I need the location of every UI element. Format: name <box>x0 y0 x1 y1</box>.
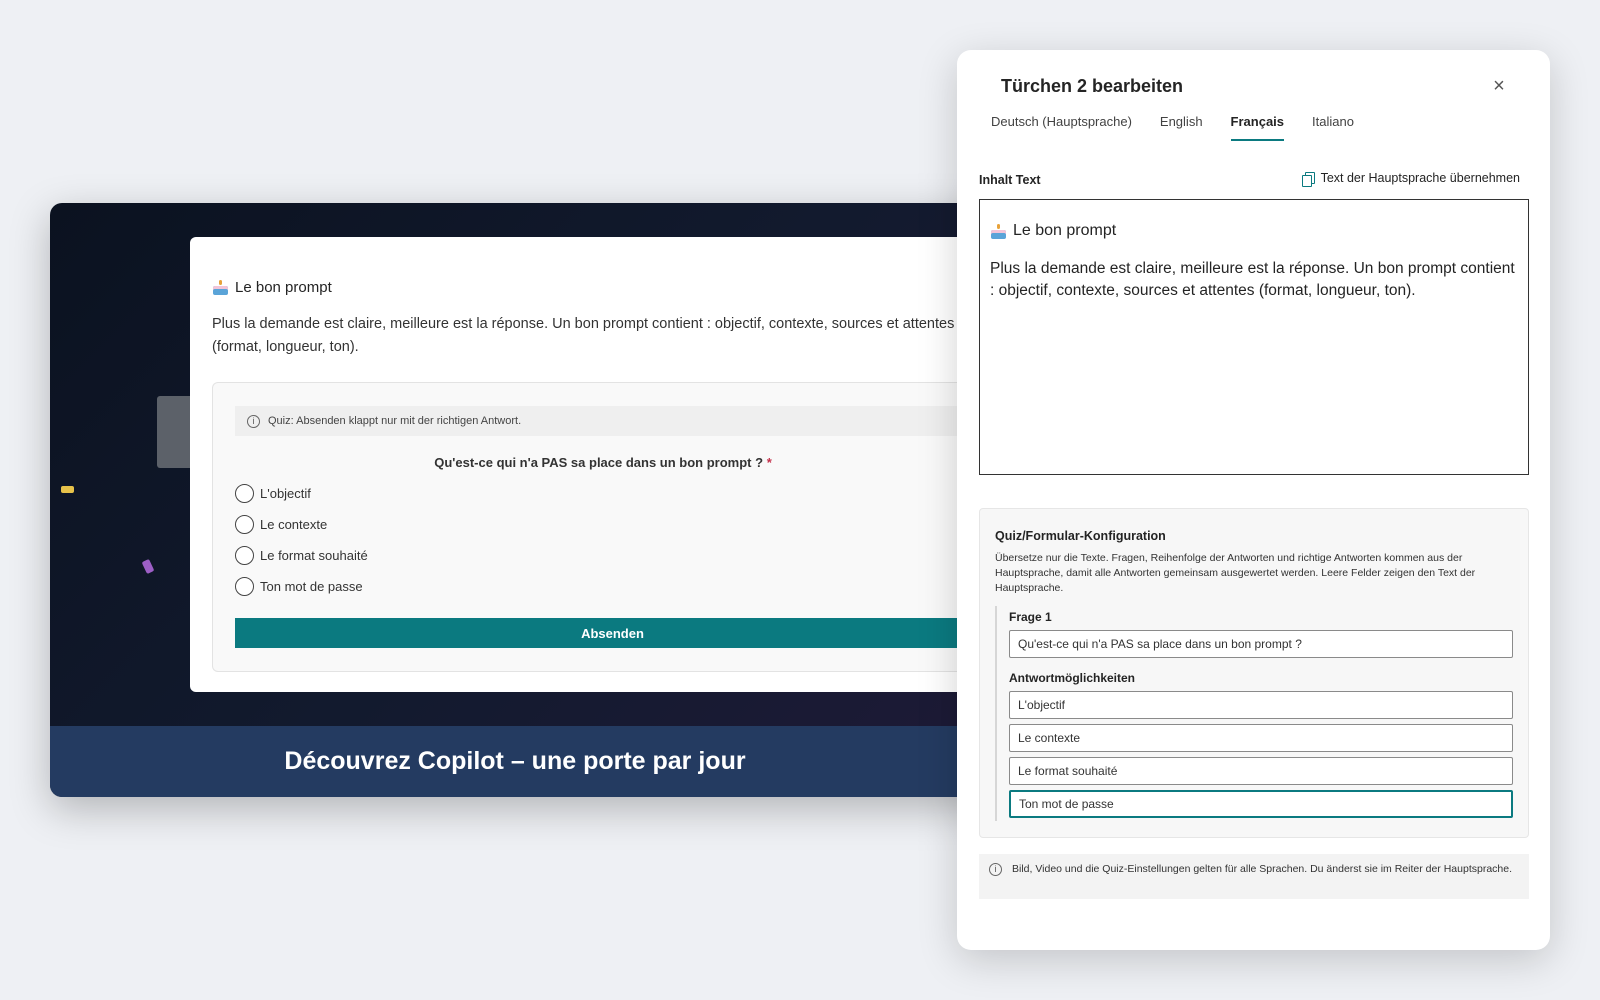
quiz-option[interactable]: Ton mot de passe <box>235 577 363 596</box>
cake-icon <box>212 280 229 295</box>
content-text-editor[interactable]: Le bon prompt Plus la demande est claire… <box>979 199 1529 475</box>
radio-button[interactable] <box>235 546 254 565</box>
radio-button[interactable] <box>235 515 254 534</box>
panel-title: Türchen 2 bearbeiten <box>1001 76 1184 96</box>
tab-italiano[interactable]: Italiano <box>1312 114 1354 141</box>
copy-main-language-link[interactable]: Text der Hauptsprache übernehmen <box>1301 171 1520 187</box>
preview-quiz: i Quiz: Absenden klappt nur mit der rich… <box>212 382 1050 672</box>
tab-francais[interactable]: Français <box>1230 114 1285 141</box>
preview-banner: Découvrez Copilot – une porte par jour <box>50 726 1050 797</box>
close-icon[interactable]: × <box>1490 76 1508 96</box>
question-label: Frage 1 <box>1009 610 1052 624</box>
quiz-option[interactable]: Le contexte <box>235 515 327 534</box>
edit-door-panel: Türchen 2 bearbeiten × Deutsch (Hauptspr… <box>957 50 1550 950</box>
answer-input[interactable]: Le format souhaité <box>1009 757 1513 785</box>
language-tabs: Deutsch (Hauptsprache) English Français … <box>991 114 1354 141</box>
quiz-info-banner: i Quiz: Absenden klappt nur mit der rich… <box>235 406 1050 436</box>
quiz-config-section: Quiz/Formular-Konfiguration Übersetze nu… <box>979 508 1529 838</box>
quiz-option[interactable]: Le format souhaité <box>235 546 368 565</box>
required-mark: * <box>766 455 772 470</box>
editor-title: Le bon prompt <box>990 222 1518 240</box>
quiz-option[interactable]: L'objectif <box>235 484 311 503</box>
radio-button[interactable] <box>235 484 254 503</box>
answer-input[interactable]: Ton mot de passe <box>1009 790 1513 818</box>
answer-input[interactable]: Le contexte <box>1009 724 1513 752</box>
radio-button[interactable] <box>235 577 254 596</box>
global-settings-note: i Bild, Video und die Quiz-Einstellungen… <box>979 854 1529 899</box>
confetti-piece <box>141 558 155 575</box>
door-preview: Le bon prompt Plus la demande est claire… <box>50 203 1050 797</box>
quiz-question: Qu'est-ce qui n'a PAS sa place dans un b… <box>434 455 772 470</box>
config-title: Quiz/Formular-Konfiguration <box>995 529 1166 543</box>
preview-card-body: Plus la demande est claire, meilleure es… <box>212 316 955 355</box>
answers-label: Antwortmöglichkeiten <box>1009 671 1136 685</box>
info-icon: i <box>989 863 1002 876</box>
question-group: Frage 1 Qu'est-ce qui n'a PAS sa place d… <box>995 606 1515 821</box>
tab-deutsch[interactable]: Deutsch (Hauptsprache) <box>991 114 1132 141</box>
tab-english[interactable]: English <box>1160 114 1203 141</box>
editor-body: Plus la demande est claire, meilleure es… <box>990 260 1515 299</box>
confetti-piece <box>61 486 74 493</box>
info-icon: i <box>247 414 260 428</box>
content-text-label: Inhalt Text <box>979 173 1041 187</box>
config-description: Übersetze nur die Texte. Fragen, Reihenf… <box>995 552 1476 594</box>
question-input[interactable]: Qu'est-ce qui n'a PAS sa place dans un b… <box>1009 630 1513 658</box>
preview-content-card: Le bon prompt Plus la demande est claire… <box>190 237 1050 692</box>
cake-icon <box>990 223 1007 239</box>
answer-input[interactable]: L'objectif <box>1009 691 1513 719</box>
preview-card-title: Le bon prompt <box>212 279 332 296</box>
copy-icon <box>1301 171 1315 187</box>
submit-button[interactable]: Absenden <box>235 618 1050 648</box>
